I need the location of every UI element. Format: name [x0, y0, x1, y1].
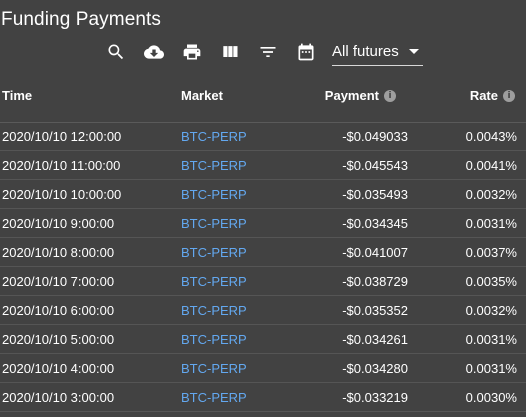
- table-body: 2020/10/10 12:00:00 BTC-PERP -$0.049033 …: [0, 122, 526, 412]
- market-link[interactable]: BTC-PERP: [181, 390, 247, 405]
- column-header-market[interactable]: Market: [181, 88, 223, 103]
- page-title: Funding Payments: [1, 9, 162, 30]
- payment-cell: -$0.034261: [342, 332, 408, 347]
- market-link[interactable]: BTC-PERP: [181, 274, 247, 289]
- time-cell: 2020/10/10 9:00:00: [2, 216, 115, 231]
- table-header: Time Market Payment i Rate i: [0, 80, 526, 123]
- rate-cell: 0.0041%: [465, 158, 517, 173]
- futures-filter-value: All futures: [332, 43, 399, 60]
- rate-cell: 0.0031%: [465, 361, 517, 376]
- payment-cell: -$0.034280: [342, 361, 408, 376]
- time-cell: 2020/10/10 6:00:00: [2, 303, 115, 318]
- market-link[interactable]: BTC-PERP: [181, 129, 247, 144]
- rate-cell: 0.0031%: [465, 216, 517, 231]
- calendar-icon[interactable]: [293, 39, 319, 65]
- search-icon[interactable]: [103, 39, 129, 65]
- rate-cell: 0.0031%: [465, 332, 517, 347]
- time-cell: 2020/10/10 11:00:00: [2, 158, 121, 173]
- table-row: 2020/10/10 11:00:00 BTC-PERP -$0.045543 …: [0, 151, 526, 180]
- table-row: 2020/10/10 3:00:00 BTC-PERP -$0.033219 0…: [0, 383, 526, 412]
- column-header-rate[interactable]: Rate i: [470, 88, 515, 103]
- rate-cell: 0.0035%: [465, 274, 517, 289]
- payment-cell: -$0.035352: [342, 303, 408, 318]
- table-row: 2020/10/10 12:00:00 BTC-PERP -$0.049033 …: [0, 122, 526, 151]
- rate-cell: 0.0030%: [465, 390, 517, 405]
- time-cell: 2020/10/10 4:00:00: [2, 361, 115, 376]
- table-row: 2020/10/10 10:00:00 BTC-PERP -$0.035493 …: [0, 180, 526, 209]
- column-header-market-label: Market: [181, 88, 223, 103]
- market-link[interactable]: BTC-PERP: [181, 361, 247, 376]
- payment-cell: -$0.045543: [342, 158, 408, 173]
- payment-cell: -$0.035493: [342, 187, 408, 202]
- rate-cell: 0.0037%: [465, 245, 517, 260]
- print-icon[interactable]: [179, 39, 205, 65]
- cloud-download-icon[interactable]: [141, 39, 167, 65]
- column-header-rate-label: Rate: [469, 88, 498, 103]
- view-columns-icon[interactable]: [217, 39, 243, 65]
- info-icon[interactable]: i: [384, 89, 396, 102]
- rate-cell: 0.0032%: [465, 187, 517, 202]
- market-link[interactable]: BTC-PERP: [181, 187, 247, 202]
- payment-cell: -$0.049033: [342, 129, 408, 144]
- rate-cell: 0.0032%: [465, 303, 517, 318]
- time-cell: 2020/10/10 12:00:00: [2, 129, 122, 144]
- market-link[interactable]: BTC-PERP: [181, 158, 247, 173]
- payment-cell: -$0.034345: [342, 216, 408, 231]
- time-cell: 2020/10/10 10:00:00: [2, 187, 122, 202]
- market-link[interactable]: BTC-PERP: [181, 332, 247, 347]
- column-header-payment-label: Payment: [324, 88, 379, 103]
- dropdown-caret-icon: [409, 49, 419, 54]
- time-cell: 2020/10/10 7:00:00: [2, 274, 115, 289]
- table-row: 2020/10/10 9:00:00 BTC-PERP -$0.034345 0…: [0, 209, 526, 238]
- market-link[interactable]: BTC-PERP: [181, 216, 247, 231]
- table-row: 2020/10/10 4:00:00 BTC-PERP -$0.034280 0…: [0, 354, 526, 383]
- column-header-time-label: Time: [2, 88, 33, 103]
- table-row: 2020/10/10 5:00:00 BTC-PERP -$0.034261 0…: [0, 325, 526, 354]
- rate-cell: 0.0043%: [465, 129, 517, 144]
- market-link[interactable]: BTC-PERP: [181, 245, 247, 260]
- table-row: 2020/10/10 7:00:00 BTC-PERP -$0.038729 0…: [0, 267, 526, 296]
- table-row: 2020/10/10 8:00:00 BTC-PERP -$0.041007 0…: [0, 238, 526, 267]
- payment-cell: -$0.033219: [342, 390, 408, 405]
- time-cell: 2020/10/10 5:00:00: [2, 332, 115, 347]
- time-cell: 2020/10/10 3:00:00: [2, 390, 115, 405]
- payment-cell: -$0.038729: [342, 274, 408, 289]
- info-icon[interactable]: i: [503, 89, 515, 102]
- time-cell: 2020/10/10 8:00:00: [2, 245, 115, 260]
- market-link[interactable]: BTC-PERP: [181, 303, 247, 318]
- column-header-payment[interactable]: Payment i: [325, 88, 396, 103]
- column-header-time[interactable]: Time: [2, 88, 32, 103]
- futures-filter-select[interactable]: All futures: [332, 38, 423, 66]
- table-row: 2020/10/10 6:00:00 BTC-PERP -$0.035352 0…: [0, 296, 526, 325]
- toolbar: [103, 38, 331, 66]
- filter-icon[interactable]: [255, 39, 281, 65]
- payment-cell: -$0.041007: [342, 245, 408, 260]
